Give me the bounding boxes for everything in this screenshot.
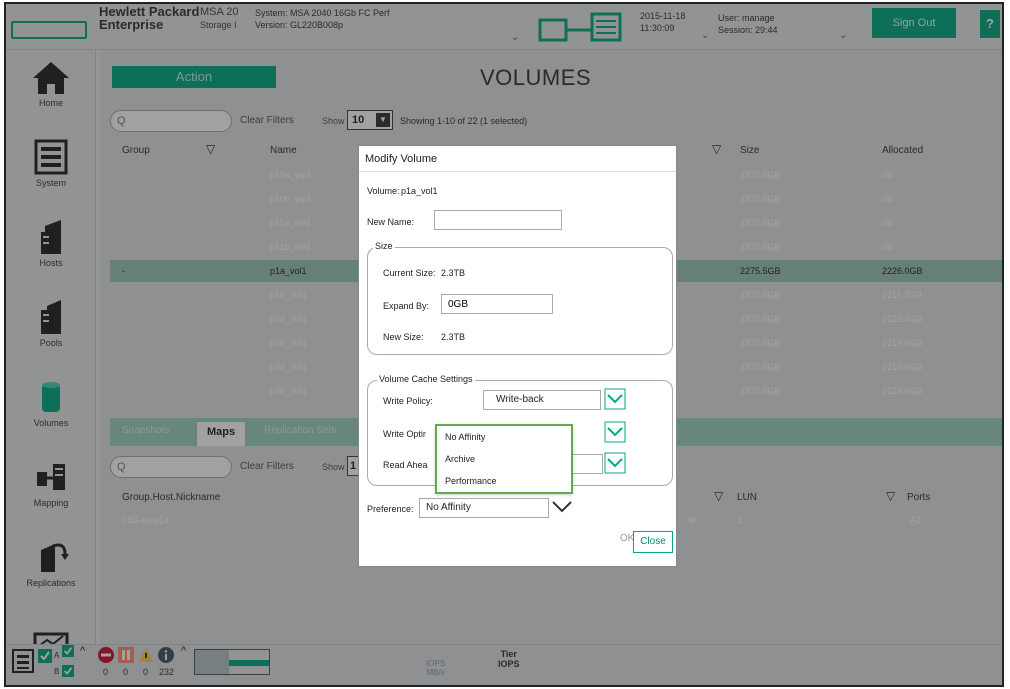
chevron-down-icon[interactable] — [604, 421, 626, 443]
expand-by-label: Expand By: — [383, 301, 430, 311]
cache-group-title: Volume Cache Settings — [377, 374, 475, 384]
write-optimization-dropdown: No Affinity Archive Performance — [435, 424, 573, 494]
option-archive[interactable]: Archive — [445, 454, 475, 464]
option-no-affinity[interactable]: No Affinity — [445, 432, 485, 442]
expand-by-input[interactable] — [441, 294, 553, 314]
preference-label: Preference: — [367, 504, 414, 514]
current-size-value: 2.3TB — [441, 268, 466, 278]
read-ahead-label: Read Ahea — [383, 460, 428, 470]
read-ahead-select[interactable] — [573, 454, 603, 474]
dialog-title: Modify Volume — [359, 146, 676, 172]
current-size-label: Current Size: — [383, 268, 436, 278]
preference-value: No Affinity — [426, 502, 471, 513]
close-button[interactable]: Close — [633, 531, 673, 553]
option-performance[interactable]: Performance — [445, 476, 497, 486]
new-size-label: New Size: — [383, 332, 424, 342]
write-policy-select[interactable]: Write-back — [483, 390, 601, 410]
preference-select[interactable]: No Affinity — [419, 498, 549, 518]
modify-volume-dialog: Modify Volume Volume: p1a_vol1 New Name:… — [358, 145, 677, 567]
size-group-title: Size — [373, 241, 395, 251]
new-size-value: 2.3TB — [441, 332, 466, 342]
chevron-down-icon[interactable] — [604, 452, 626, 474]
app-window: Hewlett Packard Enterprise MSA 20 Storag… — [4, 2, 1004, 687]
volume-label: Volume: — [367, 186, 400, 196]
chevron-down-icon[interactable] — [604, 388, 626, 410]
volume-value: p1a_vol1 — [401, 186, 438, 196]
write-optimization-label: Write Optir — [383, 429, 426, 439]
write-policy-label: Write Policy: — [383, 396, 433, 406]
chevron-down-icon[interactable] — [551, 498, 573, 516]
new-name-label: New Name: — [367, 217, 415, 227]
new-name-input[interactable] — [434, 210, 562, 230]
write-policy-value: Write-back — [496, 394, 544, 405]
